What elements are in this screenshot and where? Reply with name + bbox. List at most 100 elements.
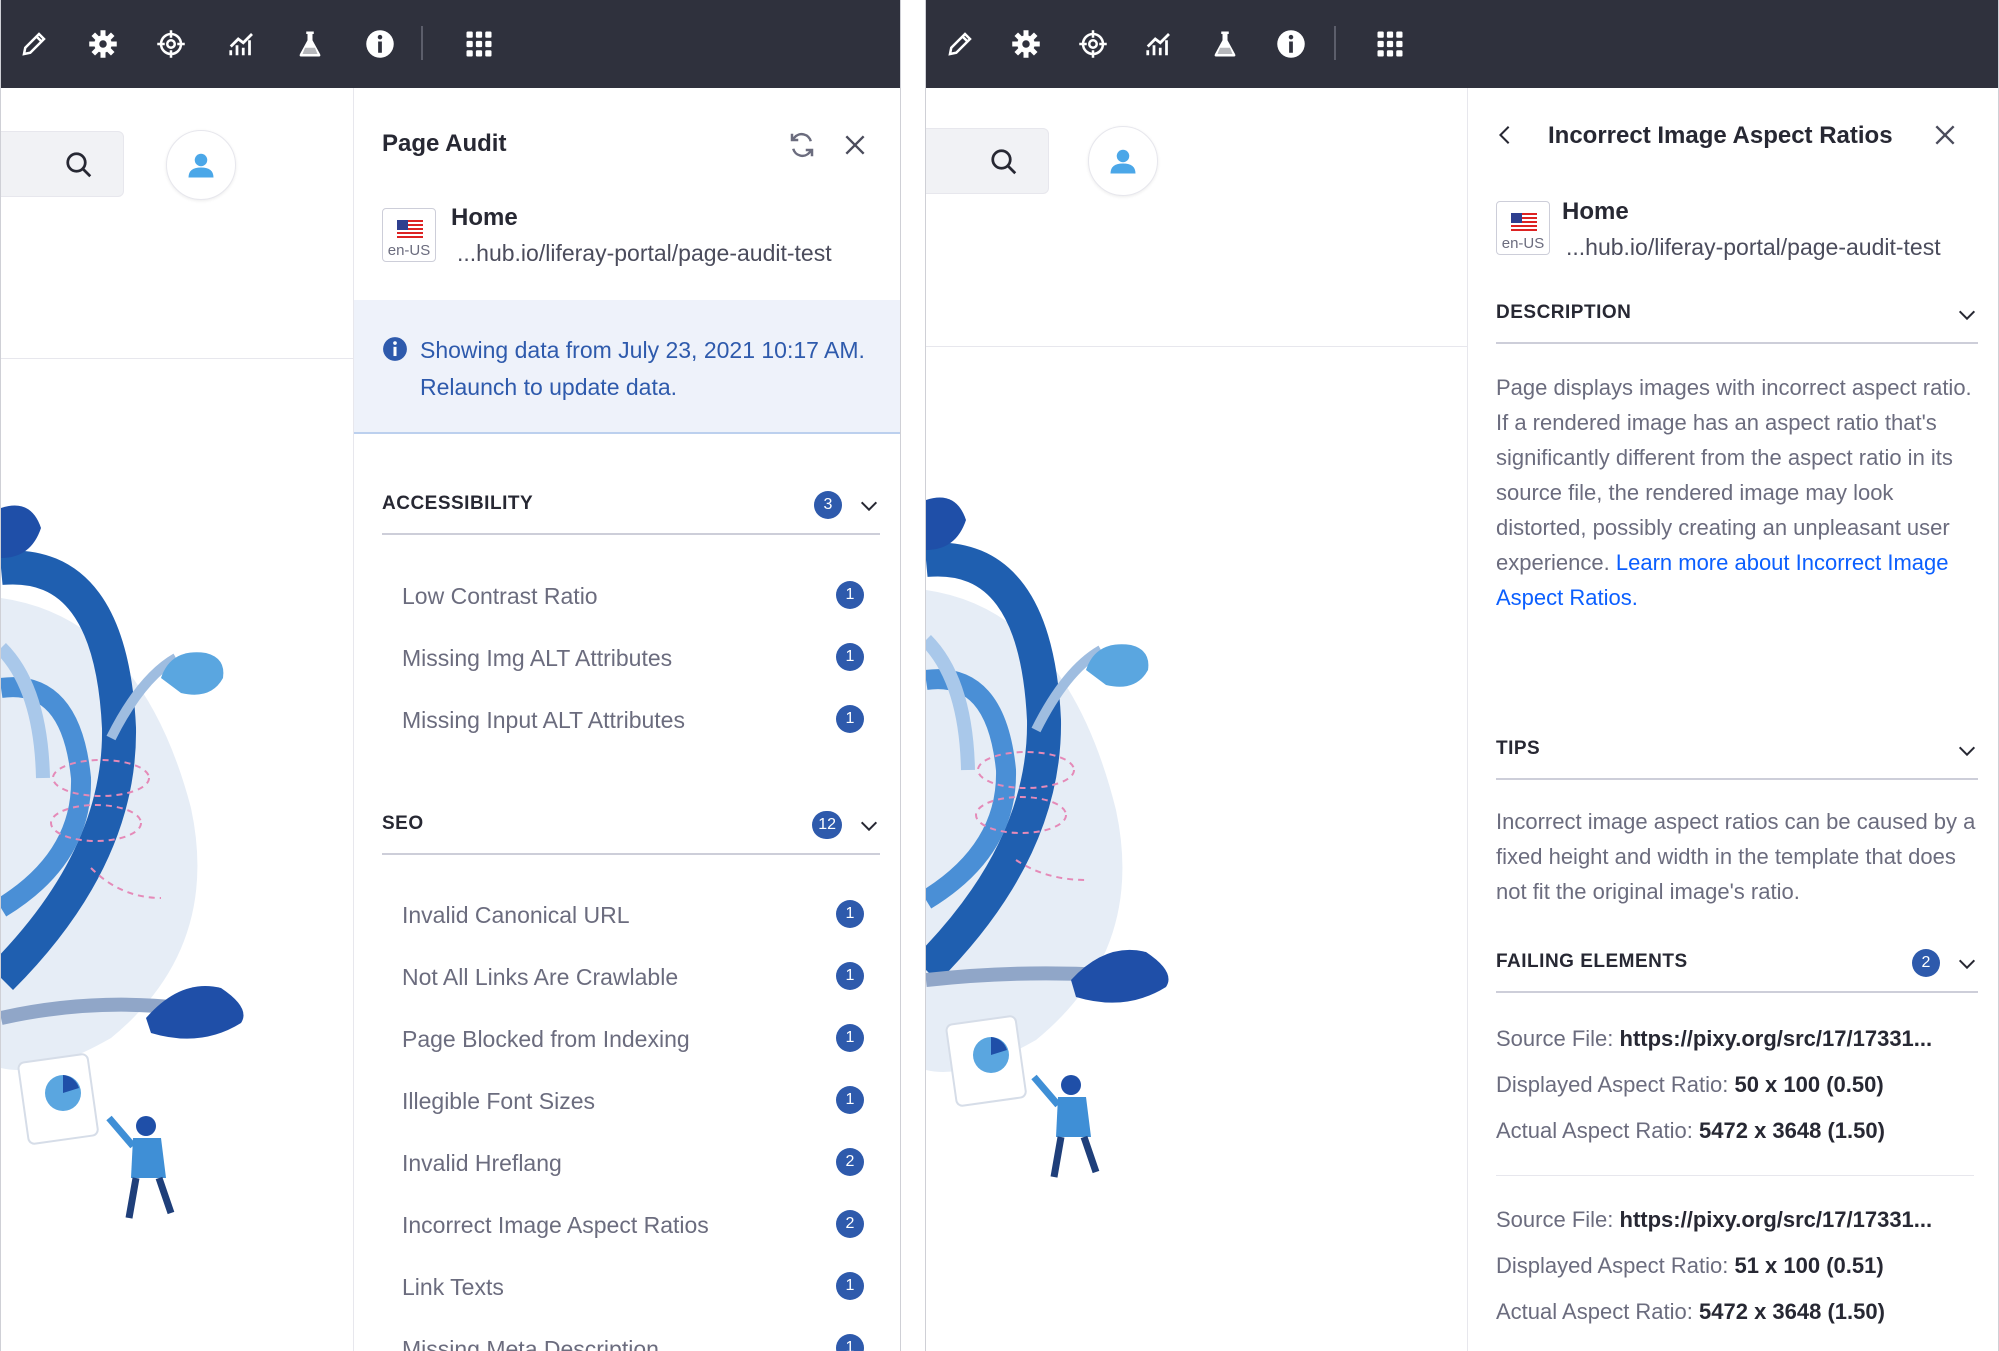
count-badge: 1 [836,900,864,928]
control-menu [1,0,900,88]
chevron-down-icon[interactable] [1956,304,1978,326]
close-icon[interactable] [1928,118,1962,152]
source-value[interactable]: https://pixy.org/src/17/17331... [1620,1026,1933,1051]
chevron-left-icon[interactable] [1488,118,1522,152]
list-item[interactable]: Illegible Font Sizes 1 [402,1082,864,1122]
source-label: Source File: [1496,1026,1614,1051]
item-label: Illegible Font Sizes [402,1088,596,1114]
list-item[interactable]: Link Texts 1 [402,1268,864,1308]
page-audit-panel: Page Audit en-US Home ...hub.io/liferay-… [353,88,900,1351]
count-badge: 1 [836,1086,864,1114]
divider [926,346,1469,347]
page-name: Home [451,204,518,231]
search-bar[interactable] [1,131,124,197]
item-label: Link Texts [402,1274,504,1300]
apps-grid-icon[interactable] [461,26,497,62]
displayed-label: Displayed Aspect Ratio: [1496,1072,1729,1097]
list-item[interactable]: Invalid Canonical URL 1 [402,896,864,936]
item-label: Missing Input ALT Attributes [402,707,685,733]
list-item[interactable]: Missing Meta Description 1 [402,1330,864,1351]
source-value[interactable]: https://pixy.org/src/17/17331... [1620,1207,1933,1232]
chevron-down-icon[interactable] [858,495,880,517]
count-badge: 1 [836,705,864,733]
locale-flag: en-US [382,208,436,262]
locale-flag: en-US [1496,201,1550,255]
list-item[interactable]: Missing Img ALT Attributes 1 [402,639,864,679]
section-tips[interactable]: TIPS [1496,722,1978,780]
search-bar[interactable] [926,128,1049,194]
analytics-icon[interactable] [224,26,260,62]
page-url: ...hub.io/liferay-portal/page-audit-test [457,240,832,266]
flask-icon[interactable] [1207,26,1243,62]
list-item[interactable]: Not All Links Are Crawlable 1 [402,958,864,998]
item-label: Missing Meta Description [402,1336,659,1351]
info-icon[interactable] [362,26,398,62]
section-label: FAILING ELEMENTS [1496,951,1688,972]
gear-icon[interactable] [85,26,121,62]
section-description[interactable]: DESCRIPTION [1496,286,1978,344]
us-flag-icon [397,220,423,238]
section-label: ACCESSIBILITY [382,493,534,514]
failing-displayed-ratio: Displayed Aspect Ratio: 51 x 100 (0.51) [1496,1253,1981,1279]
apps-grid-icon[interactable] [1372,26,1408,62]
source-label: Source File: [1496,1207,1614,1232]
section-failing-elements[interactable]: FAILING ELEMENTS 2 [1496,935,1978,993]
crosshair-icon[interactable] [153,26,189,62]
count-badge: 3 [814,491,842,519]
chevron-down-icon[interactable] [858,815,880,837]
failing-source: Source File: https://pixy.org/src/17/173… [1496,1207,1981,1233]
locale-label: en-US [1501,235,1545,252]
pencil-icon[interactable] [16,26,52,62]
page-canvas [926,88,1469,1351]
screen-page-audit: Page Audit en-US Home ...hub.io/liferay-… [0,0,901,1351]
count-badge: 2 [836,1148,864,1176]
actual-value: 5472 x 3648 (1.50) [1699,1118,1885,1143]
avatar[interactable] [1088,126,1158,196]
count-badge: 2 [836,1210,864,1238]
section-accessibility[interactable]: ACCESSIBILITY 3 [382,477,880,535]
panel-title: Page Audit [382,130,507,157]
list-item[interactable]: Invalid Hreflang 2 [402,1144,864,1184]
list-item[interactable]: Missing Input ALT Attributes 1 [402,701,864,741]
info-message: Showing data from July 23, 2021 10:17 AM… [420,337,865,400]
displayed-label: Displayed Aspect Ratio: [1496,1253,1729,1278]
count-badge: 1 [836,581,864,609]
displayed-value: 50 x 100 (0.50) [1734,1072,1884,1097]
panel-title: Incorrect Image Aspect Ratios [1548,122,1893,149]
actual-label: Actual Aspect Ratio: [1496,1118,1693,1143]
tips-text: Incorrect image aspect ratios can be cau… [1496,809,1976,904]
description-body: Page displays images with incorrect aspe… [1496,375,1972,575]
item-label: Page Blocked from Indexing [402,1026,690,1052]
toolbar-separator [421,26,423,60]
chevron-down-icon[interactable] [1956,953,1978,975]
crosshair-icon[interactable] [1075,26,1111,62]
count-badge: 1 [836,643,864,671]
search-icon[interactable] [989,147,1019,177]
issue-detail-panel: Incorrect Image Aspect Ratios en-US Home… [1467,88,1998,1351]
gear-icon[interactable] [1008,26,1044,62]
failing-displayed-ratio: Displayed Aspect Ratio: 50 x 100 (0.50) [1496,1072,1981,1098]
us-flag-icon [1511,213,1537,231]
pencil-icon[interactable] [942,26,978,62]
user-icon [1108,146,1138,176]
flask-icon[interactable] [292,26,328,62]
item-label: Not All Links Are Crawlable [402,964,679,990]
page-url: ...hub.io/liferay-portal/page-audit-test [1566,234,1941,260]
search-icon[interactable] [64,150,94,180]
section-seo[interactable]: SEO 12 [382,797,880,855]
failing-source: Source File: https://pixy.org/src/17/173… [1496,1026,1981,1052]
info-icon[interactable] [1273,26,1309,62]
item-label: Invalid Canonical URL [402,902,630,928]
control-menu [926,0,1998,88]
info-icon [382,336,408,362]
list-item[interactable]: Page Blocked from Indexing 1 [402,1020,864,1060]
refresh-icon[interactable] [785,128,819,162]
analytics-icon[interactable] [1141,26,1177,62]
list-item[interactable]: Incorrect Image Aspect Ratios 2 [402,1206,864,1246]
avatar[interactable] [166,130,236,200]
close-icon[interactable] [838,128,872,162]
info-alert: Showing data from July 23, 2021 10:17 AM… [354,300,900,434]
page-name: Home [1562,198,1629,225]
list-item[interactable]: Low Contrast Ratio 1 [402,577,864,617]
chevron-down-icon[interactable] [1956,740,1978,762]
